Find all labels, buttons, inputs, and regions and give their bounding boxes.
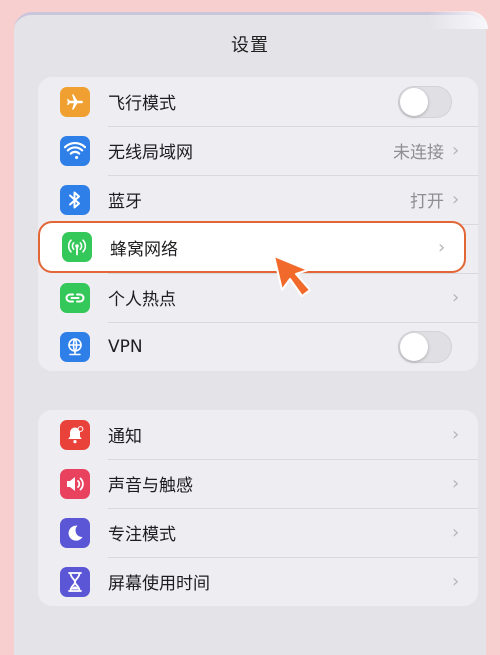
focus-mode-label: 专注模式: [108, 525, 176, 545]
bluetooth-icon: [60, 184, 90, 215]
toggle-knob: [400, 87, 428, 116]
row-cellular[interactable]: 蜂窝网络 ›: [38, 221, 466, 273]
airplane-mode-label: 飞行模式: [108, 94, 176, 114]
row-personal-hotspot[interactable]: 个人热点 ›: [38, 273, 478, 322]
panel-glow: [428, 11, 488, 29]
row-vpn[interactable]: VPN: [38, 322, 478, 371]
row-notifications[interactable]: 通知 ›: [38, 410, 478, 459]
wifi-status: 未连接: [393, 143, 444, 163]
chevron-right-icon: ›: [452, 522, 460, 543]
speaker-icon: [60, 468, 90, 499]
airplane-icon: [60, 86, 90, 117]
chevron-right-icon: ›: [452, 140, 460, 161]
vpn-toggle[interactable]: [398, 330, 452, 363]
sounds-haptics-label: 声音与触感: [108, 476, 193, 496]
moon-icon: [60, 517, 90, 548]
bluetooth-label: 蓝牙: [108, 192, 142, 212]
row-screen-time[interactable]: 屏幕使用时间 ›: [38, 557, 478, 606]
vpn-label: VPN: [108, 336, 143, 357]
row-sounds-haptics[interactable]: 声音与触感 ›: [38, 459, 478, 508]
settings-group-notifications: 通知 › 声音与触感 › 专注模式 › 屏幕使用时间 ›: [38, 410, 478, 606]
bluetooth-status: 打开: [410, 192, 444, 212]
chevron-right-icon: ›: [438, 236, 446, 258]
toggle-knob: [400, 332, 428, 361]
pointer-arrow-icon: [273, 255, 311, 297]
hourglass-icon: [60, 566, 90, 597]
row-bluetooth[interactable]: 蓝牙 打开 ›: [38, 175, 478, 224]
chevron-right-icon: ›: [452, 473, 460, 494]
screen-time-label: 屏幕使用时间: [108, 574, 210, 594]
settings-panel: 设置 飞行模式 无线局域网 未连接 › 蓝牙 打开 › 个人热点 › VPN 通…: [14, 11, 488, 655]
chevron-right-icon: ›: [452, 424, 460, 445]
chevron-right-icon: ›: [452, 189, 460, 210]
wifi-icon: [60, 135, 90, 166]
row-wifi[interactable]: 无线局域网 未连接 ›: [38, 126, 478, 175]
row-focus-mode[interactable]: 专注模式 ›: [38, 508, 478, 557]
airplane-mode-toggle[interactable]: [398, 85, 452, 118]
cellular-icon: [62, 232, 92, 262]
bell-icon: [60, 419, 90, 450]
wifi-label: 无线局域网: [108, 143, 193, 163]
page-title: 设置: [231, 35, 269, 56]
row-airplane-mode[interactable]: 飞行模式: [38, 77, 478, 126]
notifications-label: 通知: [108, 427, 142, 447]
chevron-right-icon: ›: [452, 287, 460, 308]
hotspot-icon: [60, 282, 90, 313]
vpn-icon: [60, 331, 90, 362]
chevron-right-icon: ›: [452, 571, 460, 592]
